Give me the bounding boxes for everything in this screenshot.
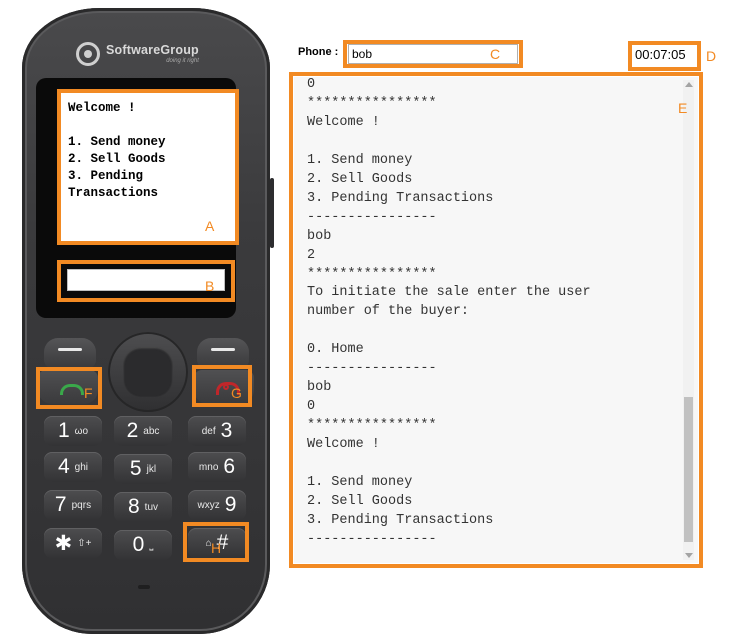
space-icon: ⎵ bbox=[149, 539, 154, 551]
key-8[interactable]: 8 tuv bbox=[114, 492, 172, 522]
side-key bbox=[270, 178, 274, 248]
annotation-label-f: F bbox=[84, 385, 93, 401]
annotation-label-e: E bbox=[678, 100, 688, 116]
annotation-box-g bbox=[192, 365, 252, 407]
navigation-pad[interactable] bbox=[108, 332, 188, 412]
key-0[interactable]: 0 ⎵ bbox=[114, 530, 172, 560]
key-3[interactable]: def 3 bbox=[188, 416, 246, 446]
left-softkey[interactable] bbox=[44, 338, 96, 368]
brand-tagline: doing it right bbox=[166, 57, 199, 64]
annotation-box-e bbox=[289, 72, 703, 568]
key-7[interactable]: 7 pqrs bbox=[44, 490, 102, 520]
star-icon: ✱ bbox=[54, 531, 73, 555]
annotation-label-b: B bbox=[205, 278, 215, 294]
brand-logo: SoftwareGroup doing it right bbox=[76, 40, 199, 68]
annotation-box-d bbox=[628, 41, 701, 71]
annotation-label-c: C bbox=[490, 46, 501, 62]
softwaregroup-logo-icon bbox=[76, 42, 100, 66]
annotation-label-g: G bbox=[231, 385, 242, 401]
key-5[interactable]: 5 jkl bbox=[114, 454, 172, 484]
right-softkey[interactable] bbox=[197, 338, 249, 368]
key-2[interactable]: 2 abc bbox=[114, 416, 172, 446]
phone-number-label: Phone : bbox=[298, 46, 339, 58]
nav-select-button[interactable] bbox=[123, 347, 173, 397]
key-star[interactable]: ✱ ⇧+ bbox=[44, 528, 102, 558]
brand-name: SoftwareGroup bbox=[106, 43, 199, 58]
annotation-label-h: H bbox=[211, 540, 222, 556]
annotation-label-a: A bbox=[205, 218, 215, 234]
annotation-label-d: D bbox=[706, 48, 717, 64]
key-9[interactable]: wxyz 9 bbox=[188, 490, 246, 520]
key-6[interactable]: mno 6 bbox=[188, 452, 246, 482]
microphone bbox=[138, 585, 150, 589]
key-1[interactable]: 1 ωο bbox=[44, 416, 102, 446]
key-4[interactable]: 4 ghi bbox=[44, 452, 102, 482]
voicemail-icon: ωο bbox=[74, 425, 89, 437]
